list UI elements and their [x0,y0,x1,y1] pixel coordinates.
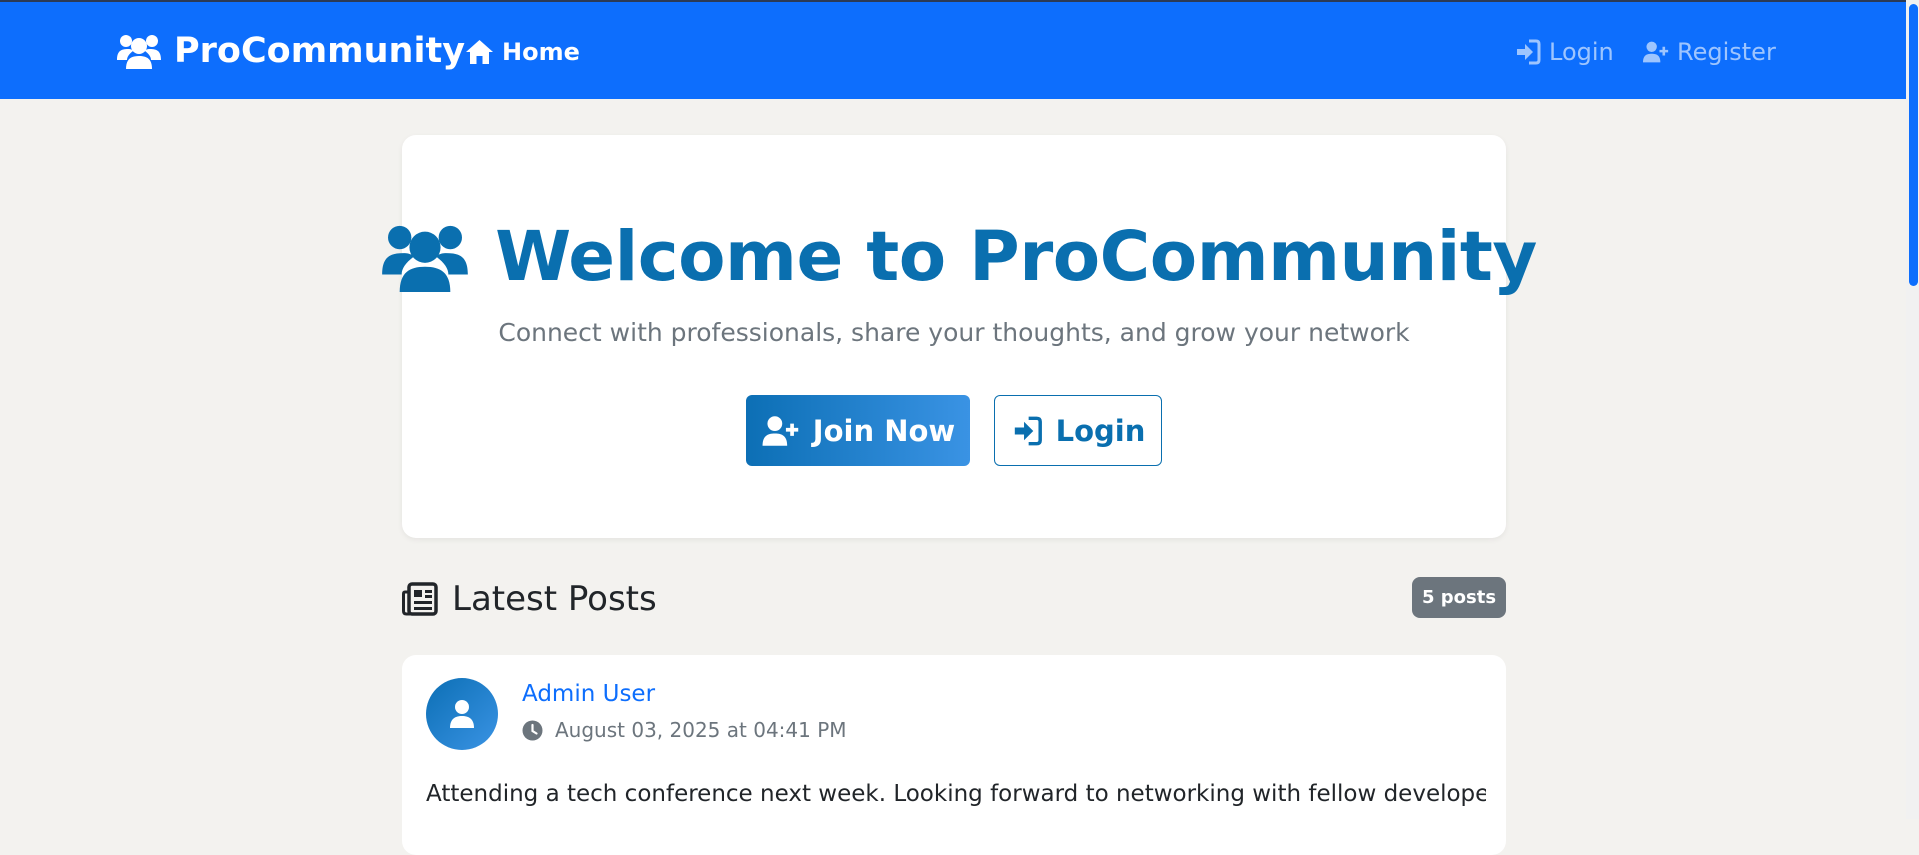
sign-in-icon [1517,39,1541,65]
join-now-button[interactable]: Join Now [746,395,970,466]
post-count-badge: 5 posts [1412,577,1506,618]
hero-subtitle: Connect with professionals, share your t… [498,318,1410,347]
post-author-link[interactable]: Admin User [522,681,655,707]
post-timestamp: August 03, 2025 at 04:41 PM [522,715,847,745]
user-plus-icon [762,415,799,446]
user-plus-icon [1643,41,1669,63]
nav-login-label: Login [1549,38,1614,66]
hero-login-button[interactable]: Login [994,395,1162,466]
join-now-label: Join Now [812,413,956,448]
latest-posts-title: Latest Posts [452,579,657,619]
post-timestamp-text: August 03, 2025 at 04:41 PM [555,718,847,742]
home-icon [466,40,493,64]
nav-login-link[interactable]: Login [1515,34,1614,70]
newspaper-icon [402,582,438,616]
sign-in-icon [1014,416,1042,445]
post-body: Attending a tech conference next week. L… [426,781,1486,807]
latest-posts-heading: Latest Posts [402,574,657,624]
avatar[interactable] [426,678,498,750]
user-icon [450,700,474,728]
brand-link[interactable]: ProCommunity [116,29,465,73]
nav-home-link[interactable]: Home [465,34,580,70]
scrollbar-thumb[interactable] [1909,4,1918,286]
brand-name: ProCommunity [174,31,466,71]
post-card: Admin User August 03, 2025 at 04:41 PM A… [402,655,1506,855]
nav-register-label: Register [1677,38,1776,66]
clock-icon [522,720,543,740]
hero-card: Welcome to ProCommunity Connect with pro… [382,135,1537,538]
users-icon [117,35,161,69]
hero-title: Welcome to ProCommunity [382,207,1537,307]
navbar: ProCommunity Home Login Register [0,2,1906,99]
nav-register-link[interactable]: Register [1643,34,1776,70]
nav-home-label: Home [502,38,580,66]
hero-title-text: Welcome to ProCommunity [495,217,1537,297]
hero-login-label: Login [1055,413,1146,448]
users-icon [382,225,468,293]
